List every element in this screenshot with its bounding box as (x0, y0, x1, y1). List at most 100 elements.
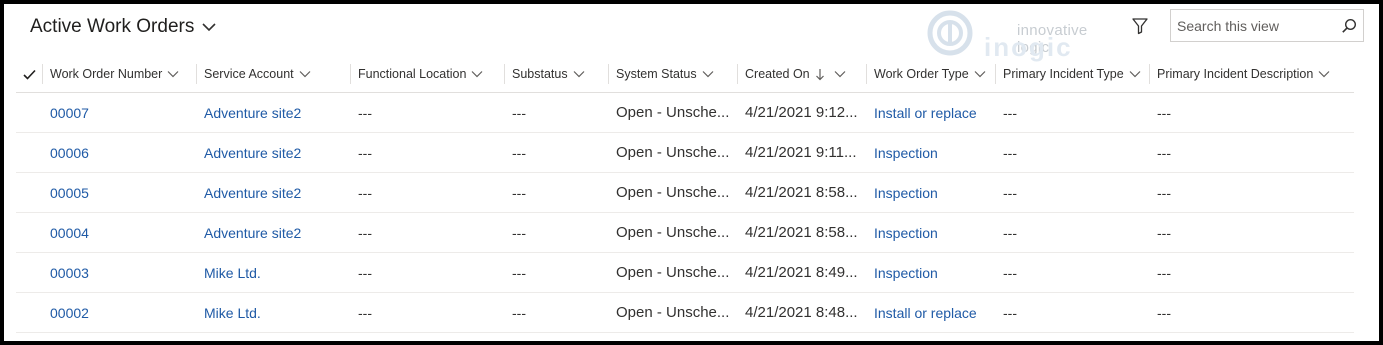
functional-location-cell: --- (358, 304, 372, 321)
work-order-type-link[interactable]: Inspection (866, 173, 995, 212)
table-row[interactable]: 00005 Adventure site2 --- --- Open - Uns… (16, 173, 1354, 213)
substatus-cell: --- (512, 184, 526, 201)
column-header-label: Work Order Type (874, 67, 969, 81)
column-header-label: Primary Incident Description (1157, 67, 1314, 81)
work-order-number-link[interactable]: 00006 (42, 133, 196, 172)
created-on-cell: 4/21/2021 9:12... (745, 104, 858, 121)
column-separator (196, 64, 197, 84)
column-header-label: Substatus (512, 67, 568, 81)
column-separator (866, 64, 867, 84)
primary-incident-description-cell: --- (1157, 264, 1171, 281)
functional-location-cell: --- (358, 264, 372, 281)
row-select-cell[interactable] (16, 173, 42, 212)
filter-button[interactable] (1130, 16, 1150, 36)
service-account-link[interactable]: Adventure site2 (196, 133, 350, 172)
sort-descending-arrow-icon (815, 68, 824, 80)
system-status-cell: Open - Unsche... (616, 264, 730, 281)
column-header-system-status[interactable]: System Status (608, 56, 737, 92)
primary-incident-description-cell: --- (1157, 224, 1171, 241)
search-box (1170, 9, 1364, 42)
functional-location-cell: --- (358, 104, 372, 121)
column-header-work-order-number[interactable]: Work Order Number (42, 56, 196, 92)
service-account-link[interactable]: Adventure site2 (196, 173, 350, 212)
system-status-cell: Open - Unsche... (616, 224, 730, 241)
system-status-cell: Open - Unsche... (616, 304, 730, 321)
substatus-cell: --- (512, 144, 526, 161)
created-on-cell: 4/21/2021 8:48... (745, 304, 858, 321)
primary-incident-type-cell: --- (1003, 144, 1017, 161)
work-order-type-link[interactable]: Inspection (866, 253, 995, 292)
row-select-cell[interactable] (16, 253, 42, 292)
table-row[interactable]: 00006 Adventure site2 --- --- Open - Uns… (16, 133, 1354, 173)
row-select-cell[interactable] (16, 133, 42, 172)
work-orders-grid: Work Order Number Service Account Functi… (16, 56, 1354, 333)
column-header-label: Created On (745, 67, 810, 81)
work-orders-view: Active Work Orders innovative logic inog… (0, 0, 1383, 345)
column-header-label: Work Order Number (50, 67, 163, 81)
row-select-cell[interactable] (16, 93, 42, 132)
column-separator (737, 64, 738, 84)
created-on-cell: 4/21/2021 8:49... (745, 264, 858, 281)
table-row[interactable]: 00004 Adventure site2 --- --- Open - Uns… (16, 213, 1354, 253)
chevron-down-icon (1129, 71, 1141, 78)
work-order-number-link[interactable]: 00007 (42, 93, 196, 132)
work-order-type-link[interactable]: Install or replace (866, 293, 995, 332)
column-separator (504, 64, 505, 84)
service-account-link[interactable]: Adventure site2 (196, 93, 350, 132)
row-select-cell[interactable] (16, 293, 42, 332)
service-account-link[interactable]: Adventure site2 (196, 213, 350, 252)
primary-incident-description-cell: --- (1157, 304, 1171, 321)
system-status-cell: Open - Unsche... (616, 104, 730, 121)
checkmark-icon (22, 69, 36, 80)
system-status-cell: Open - Unsche... (616, 144, 730, 161)
created-on-cell: 4/21/2021 8:58... (745, 224, 858, 241)
table-row[interactable]: 00007 Adventure site2 --- --- Open - Uns… (16, 93, 1354, 133)
column-header-substatus[interactable]: Substatus (504, 56, 608, 92)
column-header-primary-incident-type[interactable]: Primary Incident Type (995, 56, 1149, 92)
primary-incident-type-cell: --- (1003, 184, 1017, 201)
service-account-link[interactable]: Mike Ltd. (196, 253, 350, 292)
chevron-down-icon (702, 71, 714, 78)
primary-incident-description-cell: --- (1157, 144, 1171, 161)
grid-header-row: Work Order Number Service Account Functi… (16, 56, 1354, 93)
work-order-type-link[interactable]: Inspection (866, 133, 995, 172)
row-select-cell[interactable] (16, 213, 42, 252)
functional-location-cell: --- (358, 224, 372, 241)
table-row[interactable]: 00003 Mike Ltd. --- --- Open - Unsche...… (16, 253, 1354, 293)
work-order-number-link[interactable]: 00003 (42, 253, 196, 292)
chevron-down-icon (471, 71, 483, 78)
view-selector[interactable]: Active Work Orders (30, 14, 216, 40)
inogic-logo-mark-icon (927, 10, 973, 56)
primary-incident-type-cell: --- (1003, 304, 1017, 321)
functional-location-cell: --- (358, 184, 372, 201)
work-order-number-link[interactable]: 00005 (42, 173, 196, 212)
column-header-created-on[interactable]: Created On (737, 56, 866, 92)
column-header-service-account[interactable]: Service Account (196, 56, 350, 92)
work-order-type-link[interactable]: Inspection (866, 213, 995, 252)
search-icon[interactable] (1335, 10, 1363, 41)
work-order-number-link[interactable]: 00004 (42, 213, 196, 252)
primary-incident-type-cell: --- (1003, 104, 1017, 121)
search-input[interactable] (1171, 16, 1335, 35)
chevron-down-icon (167, 71, 179, 78)
column-header-primary-incident-description[interactable]: Primary Incident Description (1149, 56, 1354, 92)
inogic-logo: innovative logic inogic (924, 10, 1120, 62)
column-header-work-order-type[interactable]: Work Order Type (866, 56, 995, 92)
column-header-functional-location[interactable]: Functional Location (350, 56, 504, 92)
table-row[interactable]: 00002 Mike Ltd. --- --- Open - Unsche...… (16, 293, 1354, 333)
work-order-number-link[interactable]: 00002 (42, 293, 196, 332)
column-header-label: System Status (616, 67, 697, 81)
work-order-type-link[interactable]: Install or replace (866, 93, 995, 132)
primary-incident-description-cell: --- (1157, 104, 1171, 121)
filter-icon (1132, 18, 1148, 35)
system-status-cell: Open - Unsche... (616, 184, 730, 201)
column-separator (42, 64, 43, 84)
chevron-down-icon (1318, 71, 1330, 78)
created-on-cell: 4/21/2021 9:11... (745, 144, 857, 161)
service-account-link[interactable]: Mike Ltd. (196, 293, 350, 332)
column-separator (350, 64, 351, 84)
column-header-label: Primary Incident Type (1003, 67, 1124, 81)
substatus-cell: --- (512, 264, 526, 281)
chevron-down-icon[interactable] (202, 22, 216, 32)
select-all-checkbox[interactable] (16, 56, 42, 92)
